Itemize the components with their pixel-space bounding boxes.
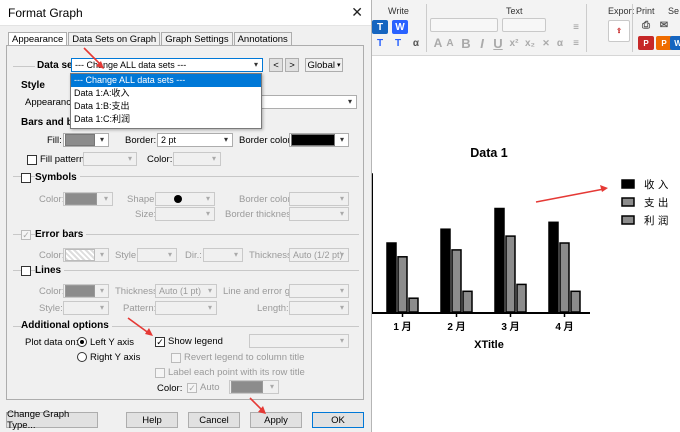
font-combo[interactable] (430, 18, 498, 32)
red-arrowhead (600, 185, 608, 192)
ribbon-text-label: Text (506, 6, 523, 16)
bar (494, 207, 505, 313)
underline-icon[interactable]: U (490, 36, 506, 51)
bar (451, 249, 462, 313)
word-icon[interactable]: W (392, 20, 408, 34)
bar (462, 290, 473, 313)
category-label: 4 月 (555, 321, 573, 333)
legend-label: 收 入 (644, 178, 669, 191)
ribbon-export-label: Export (608, 6, 635, 16)
bar (516, 283, 527, 313)
x-axis-title: XTitle (474, 339, 504, 351)
bar (570, 290, 581, 313)
format-graph-dialog: Format Graph ✕ Appearance Data Sets on G… (0, 0, 372, 432)
alpha2-icon[interactable]: α (552, 36, 568, 50)
legend-label: 支 出 (644, 196, 668, 209)
chart-title: Data 1 (470, 146, 508, 160)
export-icon[interactable]: ⇪ (608, 20, 630, 42)
subscript-icon[interactable]: x₂ (522, 36, 538, 50)
bar (548, 221, 559, 313)
align-icon[interactable]: ≡ (568, 20, 584, 34)
bar (397, 256, 408, 313)
bar (440, 228, 451, 313)
category-label: 2 月 (447, 321, 465, 333)
italic-icon[interactable]: I (474, 36, 490, 51)
doc-icon[interactable]: W (670, 36, 680, 50)
legend-swatch (621, 179, 635, 189)
size-combo[interactable] (502, 18, 546, 32)
dialog-annotations (83, 47, 266, 414)
pdf-icon[interactable]: P (638, 36, 654, 50)
bold-icon[interactable]: B (458, 36, 474, 51)
bars-group (386, 207, 581, 313)
ribbon-write-label: Write (388, 6, 409, 16)
legend-label: 利 润 (644, 214, 668, 227)
legend-swatch (621, 215, 635, 225)
bar (505, 235, 516, 313)
ribbon: Write Text Export Print Se T W T T α A A… (364, 0, 680, 56)
text-icon[interactable]: T (372, 20, 388, 34)
graph-page: Data 1 1 月 2 月 3 月 4 月 XTitle 收 入支 出利 润 (364, 56, 680, 432)
text-sub-icon[interactable]: T (390, 36, 406, 50)
ribbon-s-label: Se (668, 6, 680, 16)
text-bold-t-icon[interactable]: T (372, 36, 388, 50)
bar (386, 242, 397, 313)
legend-swatch (621, 197, 635, 207)
category-labels: 1 月 2 月 3 月 4 月 (393, 321, 573, 333)
align2-icon[interactable]: ≡ (568, 36, 584, 50)
superscript-icon[interactable]: x² (506, 36, 522, 50)
bar (559, 242, 570, 313)
category-label: 1 月 (393, 321, 411, 333)
red-arrow-annotation (535, 188, 605, 203)
font-shrink-icon[interactable]: A (442, 36, 458, 50)
bar-chart: Data 1 1 月 2 月 3 月 4 月 XTitle 收 入支 出利 润 (369, 146, 669, 351)
bar (408, 297, 419, 313)
print-icon[interactable]: ⎙ (638, 18, 654, 32)
category-label: 3 月 (501, 321, 519, 333)
alpha-icon[interactable]: α (408, 36, 424, 50)
legend: 收 入支 出利 润 (621, 178, 669, 227)
ribbon-print-label: Print (636, 6, 655, 16)
mail-icon[interactable]: ✉ (656, 18, 672, 32)
